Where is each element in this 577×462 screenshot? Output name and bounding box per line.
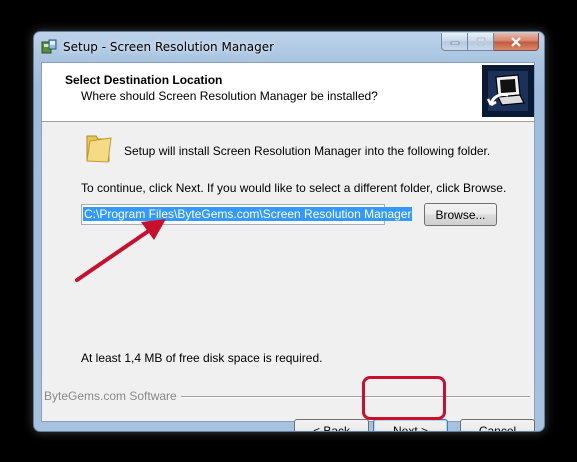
disk-space-text: At least 1,4 MB of free disk space is re… [81, 351, 323, 365]
separator-line [162, 396, 530, 398]
close-icon [511, 36, 521, 47]
setup-app-icon [41, 39, 57, 54]
wizard-body: Select Destination Location Where should… [41, 62, 536, 431]
caption-buttons [441, 33, 539, 52]
back-button-label: Back [323, 423, 351, 432]
computer-install-icon [482, 65, 534, 117]
maximize-button[interactable] [468, 33, 494, 51]
brand-label: ByteGems.com Software [44, 389, 181, 403]
folder-icon [86, 135, 112, 163]
back-button[interactable]: < Back [294, 419, 369, 432]
minimize-button[interactable] [441, 33, 468, 51]
title-bar[interactable]: Setup - Screen Resolution Manager [34, 32, 544, 62]
window-title: Setup - Screen Resolution Manager [63, 40, 275, 54]
destination-path-value: C:\Program Files\ByteGems.com\Screen Res… [83, 207, 413, 221]
branding-separator: ByteGems.com Software [42, 389, 536, 410]
minimize-icon [450, 41, 459, 44]
page-title: Select Destination Location [65, 73, 223, 87]
page-subtitle: Where should Screen Resolution Manager b… [81, 89, 378, 103]
cancel-button[interactable]: Cancel [460, 419, 535, 431]
instruction-text: To continue, click Next. If you would li… [81, 181, 507, 195]
close-button[interactable] [494, 33, 539, 51]
destination-path-input[interactable]: C:\Program Files\ByteGems.com\Screen Res… [81, 204, 413, 225]
back-button-prefix: < [312, 423, 324, 432]
maximize-icon [475, 37, 486, 46]
setup-window: Setup - Screen Resolution Manager Select… [33, 31, 545, 432]
wizard-header: Select Destination Location Where should… [42, 63, 534, 122]
next-button[interactable]: Next > [373, 419, 448, 431]
browse-button[interactable]: Browse... [424, 203, 497, 226]
next-button-highlight [362, 376, 446, 420]
install-info-text: Setup will install Screen Resolution Man… [124, 144, 491, 158]
